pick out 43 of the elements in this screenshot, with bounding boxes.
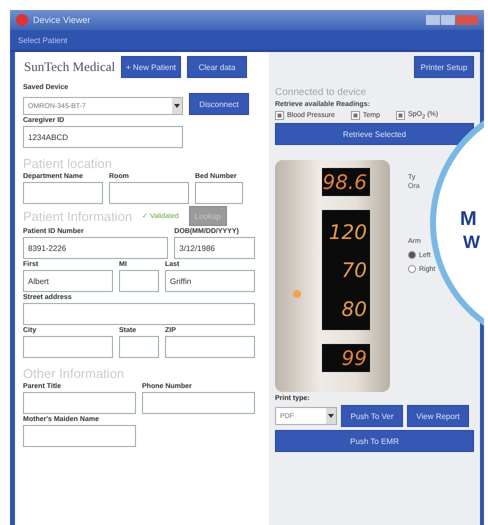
input-field[interactable]	[142, 392, 255, 414]
header-title: Select Patient	[18, 36, 68, 44]
input-field[interactable]: 3/12/1986	[174, 237, 255, 259]
push-emr-button[interactable]: Push To EMR	[275, 430, 474, 452]
input-field[interactable]	[109, 182, 189, 204]
input-field[interactable]	[165, 336, 255, 358]
disconnect-button[interactable]: Disconnect	[189, 93, 249, 115]
reading-value: 120	[328, 220, 367, 244]
printer-setup-button[interactable]: Printer Setup	[414, 56, 474, 78]
heart-indicator-icon	[293, 290, 301, 298]
reading-value: 99	[342, 346, 367, 370]
status-heading: Connected to device	[275, 87, 368, 98]
window-title: Device Viewer	[33, 15, 92, 25]
reading-value: 98.6	[322, 170, 367, 194]
checkbox[interactable]	[350, 111, 360, 120]
retrieve-button[interactable]: Retrieve Selected	[275, 123, 474, 146]
input-field[interactable]	[195, 182, 243, 204]
toolbar-button[interactable]: + New Patient	[121, 56, 182, 78]
input-field[interactable]	[119, 270, 159, 292]
radio-button[interactable]	[408, 251, 416, 260]
window-controls-icon[interactable]	[426, 15, 478, 25]
callout-text: M	[460, 208, 477, 231]
radio-button[interactable]	[408, 265, 416, 274]
reading-value: 70	[342, 258, 367, 282]
action-button[interactable]: View Report	[407, 405, 469, 428]
input-field[interactable]	[23, 182, 103, 204]
reading-value: 80	[342, 297, 367, 322]
input-field[interactable]: 8391-2226	[23, 237, 168, 259]
callout-text: W	[463, 232, 480, 253]
input-field[interactable]	[119, 336, 159, 358]
input-field[interactable]: 1234ABCD	[23, 126, 183, 148]
app-icon	[16, 14, 28, 26]
toolbar-button[interactable]: Clear data	[187, 56, 248, 78]
checkbox[interactable]	[275, 111, 284, 120]
input-field[interactable]	[23, 392, 136, 414]
input-field[interactable]	[23, 425, 136, 447]
input-field[interactable]	[23, 303, 255, 325]
logo-text: SunTech Medical	[24, 59, 116, 75]
input-field[interactable]: Griffin	[165, 270, 255, 292]
input-field[interactable]	[23, 336, 113, 358]
action-button[interactable]: Push To Ver	[341, 405, 403, 428]
input-field[interactable]: Albert	[23, 270, 113, 292]
checkbox[interactable]	[396, 111, 405, 120]
